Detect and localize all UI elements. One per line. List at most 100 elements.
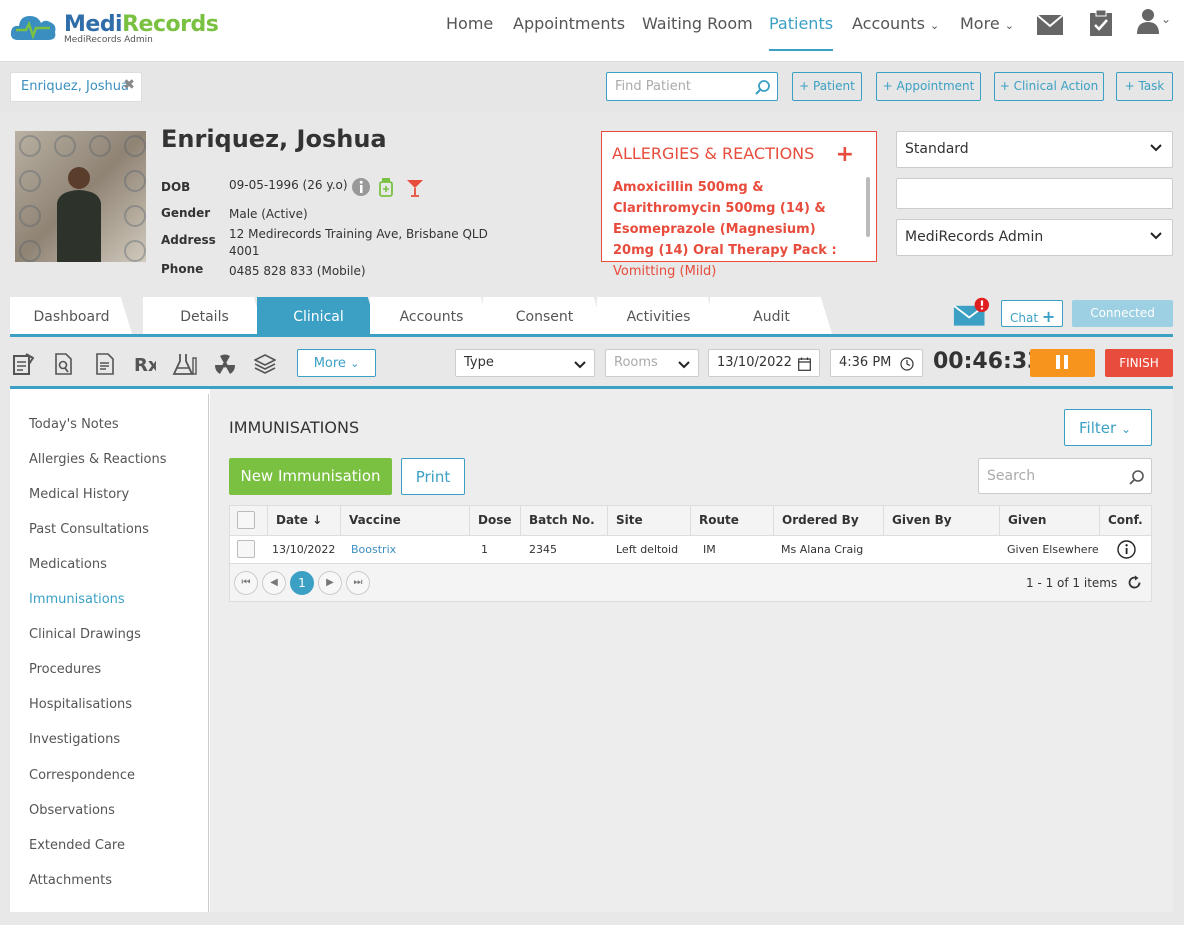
- tab-activities[interactable]: Activities: [597, 297, 720, 337]
- new-immunisation-button[interactable]: New Immunisation: [229, 458, 392, 495]
- patient-photo: [15, 131, 146, 262]
- clock-icon[interactable]: [900, 357, 914, 371]
- tab-audit[interactable]: Audit: [710, 297, 833, 337]
- app-logo[interactable]: MediRecords MediRecords Admin: [10, 10, 219, 52]
- tab-details[interactable]: Details: [143, 297, 266, 337]
- nav-home[interactable]: Home: [446, 14, 493, 33]
- filter-button[interactable]: Filter ⌄: [1064, 409, 1152, 446]
- first-page-button[interactable]: ⏮: [234, 571, 258, 595]
- add-allergy-icon[interactable]: +: [836, 142, 854, 167]
- tab-clinical[interactable]: Clinical: [257, 297, 380, 337]
- sidebar-item-procedures[interactable]: Procedures: [29, 662, 101, 677]
- allergy-entry[interactable]: Amoxicillin 500mg & Clarithromycin 500mg…: [613, 177, 857, 282]
- mail-icon[interactable]: [1037, 12, 1063, 38]
- search-icon[interactable]: [755, 79, 771, 95]
- nav-waiting-room[interactable]: Waiting Room: [642, 14, 753, 33]
- practitioner-select[interactable]: MediRecords Admin: [896, 219, 1173, 256]
- last-page-button[interactable]: ⏭: [346, 571, 370, 595]
- column-header-dose[interactable]: Dose: [470, 505, 521, 535]
- tab-dashboard[interactable]: Dashboard: [10, 297, 133, 337]
- open-patient-tab[interactable]: Enriquez, Joshua ✖: [10, 72, 142, 102]
- rooms-select[interactable]: Rooms: [605, 349, 699, 377]
- find-patient-input[interactable]: Find Patient: [606, 72, 778, 101]
- more-tools-button[interactable]: More ⌄: [297, 349, 376, 377]
- search-icon[interactable]: [1129, 469, 1145, 485]
- svg-text:Rx: Rx: [134, 355, 156, 376]
- notes-icon[interactable]: [12, 352, 34, 376]
- billing-select[interactable]: Standard: [896, 131, 1173, 168]
- chevron-down-icon: [574, 361, 586, 369]
- sidebar-item-todays-notes[interactable]: Today's Notes: [29, 417, 119, 432]
- close-icon[interactable]: ✖: [123, 77, 135, 93]
- form-icon[interactable]: [94, 352, 116, 376]
- finish-button[interactable]: FINISH: [1105, 349, 1173, 377]
- tab-consent[interactable]: Consent: [483, 297, 606, 337]
- sidebar-item-extended-care[interactable]: Extended Care: [29, 838, 125, 853]
- sidebar-item-investigations[interactable]: Investigations: [29, 732, 120, 747]
- sidebar-item-hospitalisations[interactable]: Hospitalisations: [29, 697, 132, 712]
- page-current[interactable]: 1: [290, 571, 314, 595]
- dob-value: 09-05-1996 (26 y.o): [229, 178, 348, 192]
- column-header-vaccine[interactable]: Vaccine: [341, 505, 470, 535]
- add-patient-button[interactable]: + Patient: [792, 72, 862, 101]
- medication-jar-icon[interactable]: [379, 177, 393, 197]
- clipboard-icon[interactable]: [1088, 10, 1114, 36]
- immunisation-search-input[interactable]: Search: [978, 458, 1152, 494]
- sidebar-item-correspondence[interactable]: Correspondence: [29, 768, 135, 783]
- column-header-ordered-by[interactable]: Ordered By: [774, 505, 884, 535]
- pause-button[interactable]: [1030, 349, 1095, 377]
- sidebar-item-attachments[interactable]: Attachments: [29, 873, 112, 888]
- column-header-batch[interactable]: Batch No.: [521, 505, 608, 535]
- print-button[interactable]: Print: [401, 458, 465, 495]
- sidebar-item-immunisations[interactable]: Immunisations: [29, 592, 125, 607]
- prescription-icon[interactable]: Rx: [134, 352, 156, 376]
- sidebar-item-observations[interactable]: Observations: [29, 803, 115, 818]
- layers-icon[interactable]: [254, 352, 276, 376]
- blank-field[interactable]: [896, 178, 1173, 209]
- select-all-checkbox[interactable]: [237, 511, 255, 529]
- add-clinical-action-button[interactable]: + Clinical Action: [994, 72, 1104, 101]
- user-menu[interactable]: ⌄: [1137, 8, 1171, 38]
- column-header-given-by[interactable]: Given By: [884, 505, 1000, 535]
- lab-flask-icon[interactable]: [172, 352, 198, 376]
- sidebar-item-allergies[interactable]: Allergies & Reactions: [29, 452, 167, 467]
- message-alert-icon[interactable]: [953, 297, 989, 329]
- calendar-icon[interactable]: [798, 357, 811, 371]
- add-task-button[interactable]: + Task: [1116, 72, 1173, 101]
- add-appointment-button[interactable]: + Appointment: [876, 72, 981, 101]
- refresh-icon[interactable]: [1127, 575, 1142, 590]
- nav-patients[interactable]: Patients: [769, 14, 834, 51]
- column-header-date[interactable]: Date ↓: [268, 505, 341, 535]
- sidebar-item-medications[interactable]: Medications: [29, 557, 107, 572]
- connected-status[interactable]: Connected: [1072, 300, 1173, 327]
- info-icon[interactable]: [1117, 540, 1136, 559]
- time-input[interactable]: 4:36 PM: [830, 349, 923, 377]
- type-select[interactable]: Type: [455, 349, 595, 377]
- document-search-icon[interactable]: [53, 352, 75, 376]
- tab-accounts[interactable]: Accounts: [370, 297, 493, 337]
- cell-date: 13/10/2022: [272, 543, 336, 556]
- nav-appointments[interactable]: Appointments: [513, 14, 625, 33]
- column-header-given[interactable]: Given: [1000, 505, 1100, 535]
- sidebar-item-clinical-drawings[interactable]: Clinical Drawings: [29, 627, 141, 642]
- column-header-site[interactable]: Site: [608, 505, 691, 535]
- alcohol-icon[interactable]: [406, 178, 424, 197]
- sidebar-item-past-consultations[interactable]: Past Consultations: [29, 522, 149, 537]
- allergies-scrollbar[interactable]: [866, 177, 870, 237]
- column-header-route[interactable]: Route: [691, 505, 774, 535]
- sidebar-item-medical-history[interactable]: Medical History: [29, 487, 129, 502]
- patient-name: Enriquez, Joshua: [161, 125, 387, 153]
- prev-page-button[interactable]: ◀: [262, 571, 286, 595]
- nav-accounts[interactable]: Accounts ⌄: [852, 14, 939, 33]
- nav-more[interactable]: More ⌄: [960, 14, 1014, 33]
- column-header-conf[interactable]: Conf.: [1100, 505, 1151, 535]
- info-icon[interactable]: [351, 177, 371, 197]
- date-input[interactable]: 13/10/2022: [708, 349, 820, 377]
- next-page-button[interactable]: ▶: [318, 571, 342, 595]
- row-checkbox[interactable]: [237, 540, 255, 558]
- chat-button[interactable]: Chat +: [1001, 300, 1063, 327]
- radiation-icon[interactable]: [214, 352, 236, 376]
- cell-vaccine-link[interactable]: Boostrix: [351, 536, 396, 563]
- brand-name: MediRecords: [64, 12, 219, 37]
- chevron-down-icon: ⌄: [1004, 19, 1014, 32]
